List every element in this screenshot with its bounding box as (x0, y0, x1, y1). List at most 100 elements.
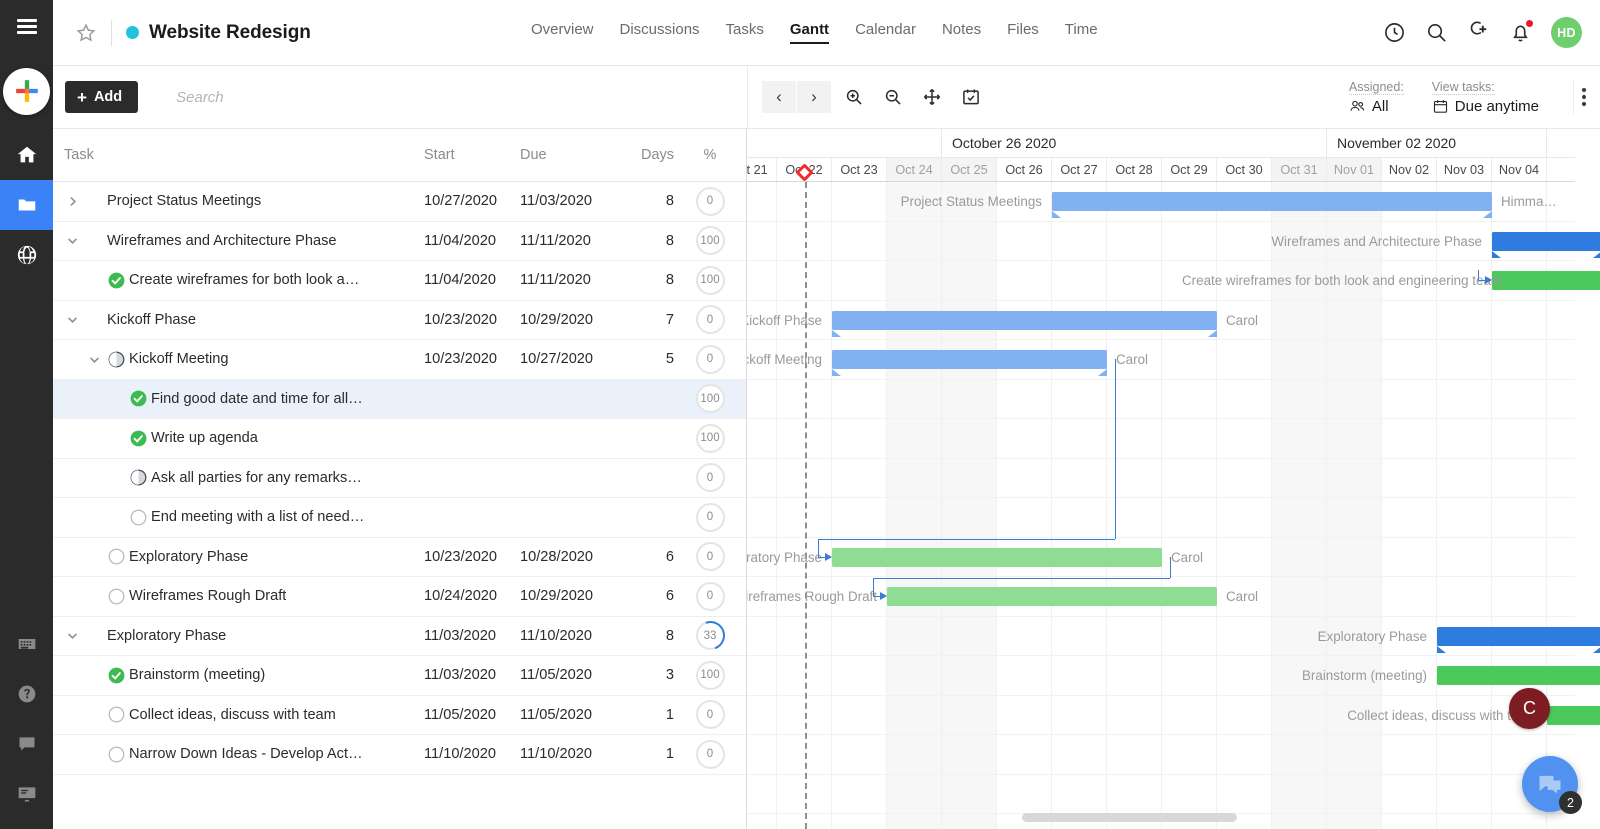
screen-share-icon[interactable] (0, 769, 53, 819)
gantt-bar[interactable] (1492, 271, 1600, 290)
chevron-down-icon[interactable] (64, 630, 81, 641)
table-row[interactable]: Write up agenda100 (53, 419, 746, 459)
sidebar-item-everything[interactable] (0, 230, 53, 280)
progress-ring[interactable]: 0 (696, 503, 725, 532)
chevron-down-icon[interactable] (64, 314, 81, 325)
gantt-bar[interactable] (832, 350, 1107, 369)
bell-icon[interactable] (1509, 21, 1532, 44)
add-button[interactable]: + Add (65, 81, 138, 113)
tab-overview[interactable]: Overview (531, 22, 594, 44)
gantt-bar[interactable] (1437, 666, 1600, 685)
status-done-icon[interactable] (103, 271, 129, 290)
progress-ring[interactable]: 0 (696, 305, 725, 334)
tab-files[interactable]: Files (1007, 22, 1039, 44)
progress-ring[interactable]: 0 (696, 463, 725, 492)
progress-ring[interactable]: 100 (696, 424, 725, 453)
keyboard-icon[interactable] (0, 619, 53, 669)
progress-ring[interactable]: 100 (696, 384, 725, 413)
tab-calendar[interactable]: Calendar (855, 22, 916, 44)
add-person-icon[interactable] (1467, 21, 1490, 44)
tab-discussions[interactable]: Discussions (620, 22, 700, 44)
table-row[interactable]: Collect ideas, discuss with team11/05/20… (53, 696, 746, 736)
chevron-down-icon[interactable] (64, 235, 81, 246)
progress-ring[interactable]: 0 (696, 700, 725, 729)
table-row[interactable]: Project Status Meetings10/27/202011/03/2… (53, 182, 746, 222)
status-todo-icon[interactable] (103, 547, 129, 566)
progress-ring[interactable]: 0 (696, 542, 725, 571)
chevron-right-icon[interactable] (64, 196, 81, 207)
progress-ring[interactable]: 0 (696, 187, 725, 216)
gantt-bar[interactable] (1492, 232, 1600, 251)
progress-ring[interactable]: 0 (696, 345, 725, 374)
zoom-out-icon[interactable] (876, 81, 910, 113)
status-done-icon[interactable] (125, 429, 151, 448)
tab-notes[interactable]: Notes (942, 22, 981, 44)
table-row[interactable]: Brainstorm (meeting)11/03/202011/05/2020… (53, 656, 746, 696)
column-header-task[interactable]: Task (53, 147, 424, 163)
table-row[interactable]: Exploratory Phase10/23/202010/28/202060 (53, 538, 746, 578)
table-row[interactable]: Find good date and time for all…100 (53, 380, 746, 420)
progress-ring[interactable]: 33 (696, 621, 725, 650)
view-tasks-filter[interactable]: View tasks: Due anytime (1432, 80, 1539, 115)
gantt-bar[interactable] (1052, 192, 1492, 211)
table-row[interactable]: End meeting with a list of need…0 (53, 498, 746, 538)
feedback-icon[interactable] (0, 719, 53, 769)
progress-ring[interactable]: 100 (696, 661, 725, 690)
help-icon[interactable] (0, 669, 53, 719)
tab-gantt[interactable]: Gantt (790, 22, 829, 44)
sidebar-item-home[interactable] (0, 130, 53, 180)
table-row[interactable]: Narrow Down Ideas - Develop Act…11/10/20… (53, 735, 746, 775)
column-header-pct[interactable]: % (674, 147, 746, 163)
status-done-icon[interactable] (103, 666, 129, 685)
assigned-filter[interactable]: Assigned: All (1349, 80, 1404, 115)
progress-ring[interactable]: 0 (696, 740, 725, 769)
sidebar-item-projects[interactable] (0, 180, 53, 230)
collaborator-avatar[interactable]: C (1509, 688, 1550, 729)
progress-ring[interactable]: 100 (696, 226, 725, 255)
tab-time[interactable]: Time (1065, 22, 1098, 44)
gantt-bar[interactable] (1437, 627, 1600, 646)
table-row[interactable]: Kickoff Phase10/23/202010/29/202070 (53, 301, 746, 341)
table-row[interactable]: Wireframes Rough Draft10/24/202010/29/20… (53, 577, 746, 617)
chevron-down-icon[interactable] (86, 354, 103, 365)
gantt-bar[interactable] (832, 548, 1162, 567)
status-todo-icon[interactable] (103, 587, 129, 606)
gantt-bar[interactable] (832, 311, 1217, 330)
column-header-days[interactable]: Days (616, 147, 674, 163)
pan-move-icon[interactable] (915, 81, 949, 113)
search-icon[interactable] (1425, 21, 1448, 44)
star-outline-icon[interactable] (75, 22, 97, 44)
status-todo-icon[interactable] (125, 508, 151, 527)
search-input[interactable] (176, 89, 406, 106)
status-progress-icon[interactable] (125, 468, 151, 487)
column-header-start[interactable]: Start (424, 147, 520, 163)
avatar[interactable]: HD (1551, 17, 1582, 48)
progress-ring[interactable]: 0 (696, 582, 725, 611)
table-row[interactable]: Exploratory Phase11/03/202011/10/2020833 (53, 617, 746, 657)
menu-icon[interactable] (0, 0, 53, 52)
clock-icon[interactable] (1383, 21, 1406, 44)
gantt-bar[interactable] (887, 587, 1217, 606)
table-row[interactable]: Ask all parties for any remarks…0 (53, 459, 746, 499)
table-row[interactable]: Wireframes and Architecture Phase11/04/2… (53, 222, 746, 262)
column-header-due[interactable]: Due (520, 147, 616, 163)
status-done-icon[interactable] (125, 389, 151, 408)
next-period-button[interactable]: › (797, 81, 831, 113)
progress-ring[interactable]: 100 (696, 266, 725, 295)
gantt-bar[interactable] (1547, 706, 1600, 725)
zoom-in-icon[interactable] (837, 81, 871, 113)
gantt-chart[interactable]: October 26 2020November 02 2020 Oct 21Oc… (747, 129, 1600, 829)
status-todo-icon[interactable] (103, 745, 129, 764)
add-plus-button[interactable] (3, 68, 50, 115)
scrollbar-thumb[interactable] (1022, 813, 1237, 822)
calendar-check-icon[interactable] (954, 81, 988, 113)
status-progress-icon[interactable] (103, 350, 129, 369)
horizontal-scrollbar[interactable] (747, 813, 1600, 825)
more-options-icon[interactable] (1573, 80, 1594, 114)
table-row[interactable]: Kickoff Meeting10/23/202010/27/202050 (53, 340, 746, 380)
table-row[interactable]: Create wireframes for both look a…11/04/… (53, 261, 746, 301)
chat-fab-button[interactable]: 2 (1522, 756, 1578, 812)
prev-period-button[interactable]: ‹ (762, 81, 796, 113)
tab-tasks[interactable]: Tasks (726, 22, 764, 44)
status-todo-icon[interactable] (103, 705, 129, 724)
